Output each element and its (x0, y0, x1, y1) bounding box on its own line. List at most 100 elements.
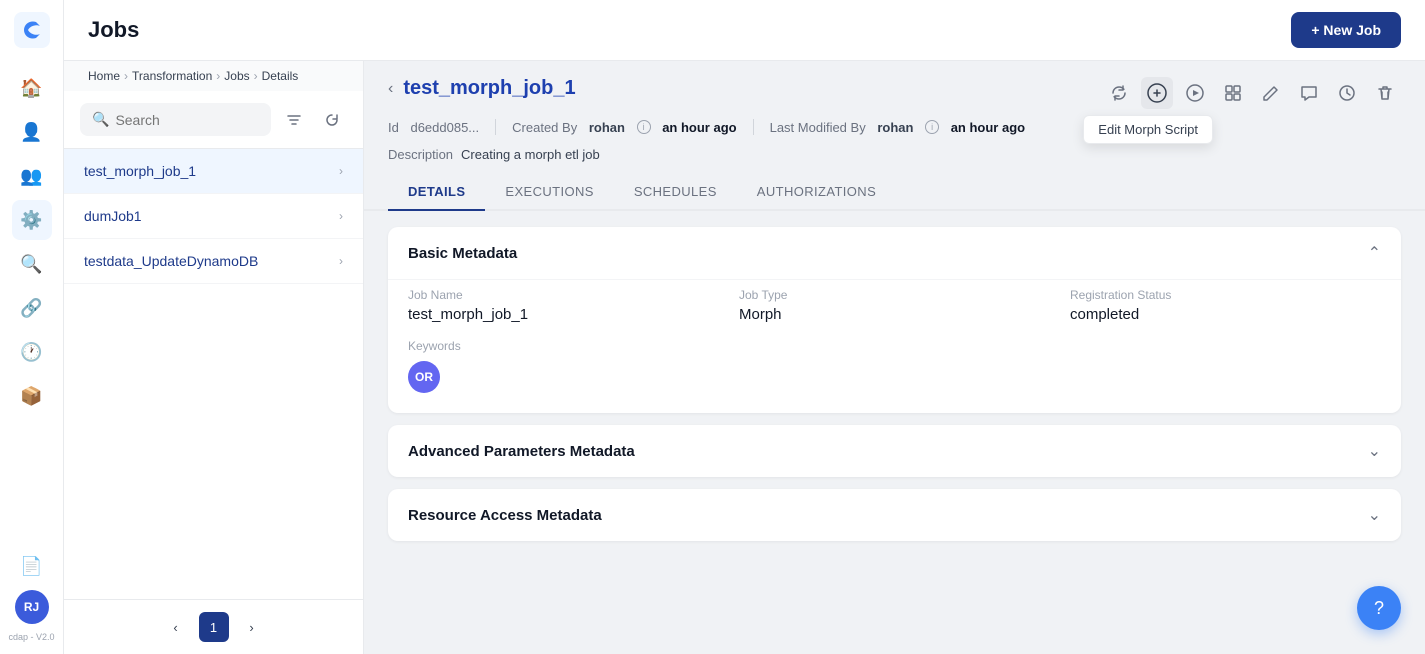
next-page-btn[interactable]: › (237, 612, 267, 642)
nav-link[interactable]: 🔗 (12, 288, 52, 328)
refresh-icon[interactable] (317, 105, 347, 135)
detail-header: ‹ test_morph_job_1 (364, 61, 1425, 109)
advanced-params-title: Advanced Parameters Metadata (408, 443, 635, 460)
metadata-grid: Job Name test_morph_job_1 Job Type Morph… (408, 288, 1381, 323)
job-item-1[interactable]: dumJob1 › (64, 194, 363, 239)
created-time: an hour ago (662, 120, 736, 135)
nav-docs[interactable]: 📄 (12, 546, 52, 586)
nav-package[interactable]: 📦 (12, 376, 52, 416)
sync-button[interactable] (1103, 77, 1135, 109)
description-value: Creating a morph etl job (461, 147, 600, 162)
detail-title-row: ‹ test_morph_job_1 (388, 77, 576, 100)
search-input-wrap[interactable]: 🔍 (80, 103, 271, 136)
resource-access-header[interactable]: Resource Access Metadata ⌄ (388, 489, 1401, 541)
field-reg-status: Registration Status completed (1070, 288, 1381, 323)
job-item-chevron-1: › (339, 209, 343, 223)
advanced-params-accordion: Advanced Parameters Metadata ⌄ (388, 425, 1401, 477)
created-by-user: rohan (589, 120, 625, 135)
modified-by-user: rohan (877, 120, 913, 135)
field-reg-status-value: completed (1070, 306, 1381, 323)
field-job-name-value: test_morph_job_1 (408, 306, 719, 323)
nav-person[interactable]: 👤 (12, 112, 52, 152)
field-job-type-label: Job Type (739, 288, 1050, 302)
nav-home[interactable]: 🏠 (12, 68, 52, 108)
app-logo[interactable] (14, 12, 50, 48)
edit-button[interactable] (1255, 77, 1287, 109)
top-header: Jobs + New Job (64, 0, 1425, 61)
breadcrumb-jobs[interactable]: Jobs (224, 69, 249, 83)
edit-morph-script-button[interactable]: Edit Morph Script (1141, 77, 1173, 109)
run-button[interactable] (1179, 77, 1211, 109)
job-item-name-0: test_morph_job_1 (84, 163, 196, 179)
detail-actions: Edit Morph Script (1103, 77, 1401, 109)
field-job-type-value: Morph (739, 306, 1050, 323)
meta-created: Created By rohan i an hour ago (512, 120, 736, 135)
resource-access-accordion: Resource Access Metadata ⌄ (388, 489, 1401, 541)
created-info-icon[interactable]: i (637, 120, 651, 134)
tab-details[interactable]: DETAILS (388, 174, 485, 211)
breadcrumb-home[interactable]: Home (88, 69, 120, 83)
description-label: Description (388, 147, 453, 162)
created-by-label: Created By (512, 120, 577, 135)
search-icon: 🔍 (92, 111, 109, 128)
basic-metadata-title: Basic Metadata (408, 245, 517, 262)
breadcrumb-details: Details (262, 69, 299, 83)
edit-morph-script-tooltip: Edit Morph Script (1083, 115, 1213, 144)
tab-executions[interactable]: EXECUTIONS (485, 174, 613, 211)
modified-by-label: Last Modified By (770, 120, 866, 135)
resource-access-title: Resource Access Metadata (408, 507, 602, 524)
detail-content: Basic Metadata ⌃ Job Name test_morph_job… (364, 211, 1425, 654)
nav-search[interactable]: 🔍 (12, 244, 52, 284)
job-list: test_morph_job_1 › dumJob1 › testdata_Up… (64, 149, 363, 599)
delete-button[interactable] (1369, 77, 1401, 109)
meta-sep-1 (495, 119, 496, 135)
id-value: d6edd085... (410, 120, 479, 135)
prev-page-btn[interactable]: ‹ (161, 612, 191, 642)
avatar[interactable]: RJ (15, 590, 49, 624)
resource-access-chevron: ⌄ (1368, 505, 1381, 525)
new-job-button[interactable]: + New Job (1291, 12, 1401, 48)
breadcrumb-transformation[interactable]: Transformation (132, 69, 212, 83)
advanced-params-header[interactable]: Advanced Parameters Metadata ⌄ (388, 425, 1401, 477)
nav-history[interactable]: 🕐 (12, 332, 52, 372)
keywords-row: Keywords OR (408, 339, 1381, 393)
modified-time: an hour ago (951, 120, 1025, 135)
job-item-chevron-0: › (339, 164, 343, 178)
field-reg-status-label: Registration Status (1070, 288, 1381, 302)
meta-modified: Last Modified By rohan i an hour ago (770, 120, 1026, 135)
meta-id: Id d6edd085... (388, 120, 479, 135)
detail-job-name: test_morph_job_1 (403, 77, 575, 100)
tab-authorizations[interactable]: AUTHORIZATIONS (737, 174, 896, 211)
modified-info-icon[interactable]: i (925, 120, 939, 134)
detail-panel: ‹ test_morph_job_1 (364, 61, 1425, 654)
keyword-badge-or: OR (408, 361, 440, 393)
field-job-type: Job Type Morph (739, 288, 1050, 323)
back-button[interactable]: ‹ (388, 80, 393, 98)
field-job-name-label: Job Name (408, 288, 719, 302)
pagination: ‹ 1 › (64, 599, 363, 654)
keywords-label: Keywords (408, 339, 1381, 353)
page-title: Jobs (88, 17, 139, 43)
job-item-2[interactable]: testdata_UpdateDynamoDB › (64, 239, 363, 284)
nav-settings[interactable]: ⚙️ (12, 200, 52, 240)
comment-button[interactable] (1293, 77, 1325, 109)
filter-icon[interactable] (279, 105, 309, 135)
nav-group[interactable]: 👥 (12, 156, 52, 196)
tab-schedules[interactable]: SCHEDULES (614, 174, 737, 211)
tabs-bar: DETAILS EXECUTIONS SCHEDULES AUTHORIZATI… (364, 174, 1425, 211)
version-label: cdap - V2.0 (8, 632, 54, 642)
history-button[interactable] (1331, 77, 1363, 109)
search-input[interactable] (115, 112, 259, 128)
field-job-name: Job Name test_morph_job_1 (408, 288, 719, 323)
job-item-0[interactable]: test_morph_job_1 › (64, 149, 363, 194)
clone-button[interactable] (1217, 77, 1249, 109)
breadcrumb-sep-3: › (254, 69, 258, 83)
page-1-btn[interactable]: 1 (199, 612, 229, 642)
jobs-panel: Home › Transformation › Jobs › Details 🔍 (64, 61, 364, 654)
meta-sep-2 (753, 119, 754, 135)
breadcrumb-sep-1: › (124, 69, 128, 83)
support-button[interactable]: ? (1357, 586, 1401, 630)
basic-metadata-header[interactable]: Basic Metadata ⌃ (388, 227, 1401, 279)
basic-metadata-content: Job Name test_morph_job_1 Job Type Morph… (388, 279, 1401, 413)
job-item-chevron-2: › (339, 254, 343, 268)
